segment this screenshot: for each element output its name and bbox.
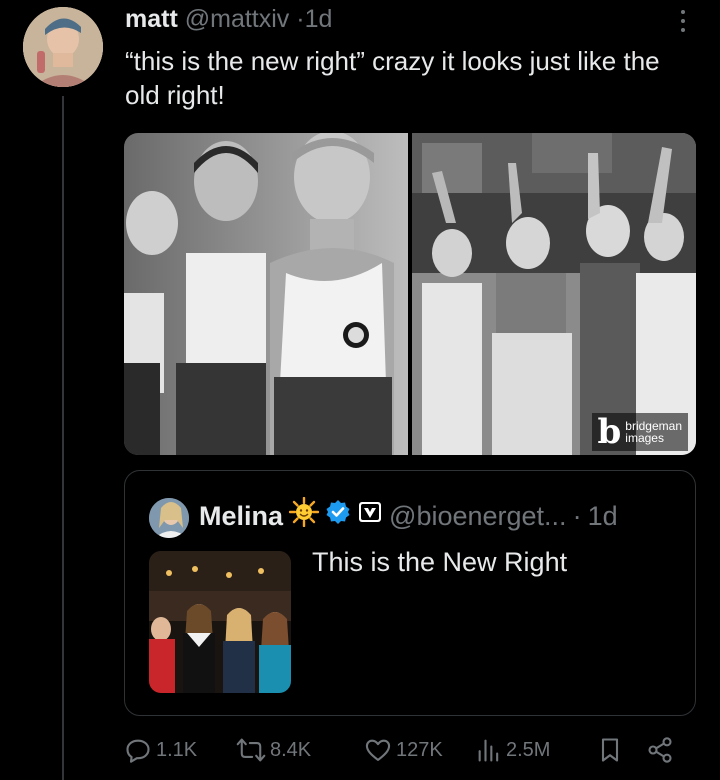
like-icon (364, 736, 392, 764)
quoted-author-handle[interactable]: @bioenerget... (389, 499, 567, 533)
like-button[interactable]: 127K (364, 736, 443, 764)
quoted-post-header: Melina @bioenerget... · 1d (199, 496, 618, 535)
bridgeman-watermark: b bridgeman images (591, 412, 688, 452)
media-image-right[interactable]: b bridgeman images (412, 133, 696, 455)
sun-emoji-icon (288, 496, 320, 535)
post-header: matt @mattxiv ·1d (125, 4, 332, 34)
share-icon (646, 736, 674, 764)
media-image-left[interactable] (124, 133, 408, 455)
affiliate-badge-icon[interactable] (357, 499, 383, 533)
views-button[interactable]: 2.5M (476, 736, 550, 764)
post-text: “this is the new right” crazy it looks j… (125, 46, 660, 110)
reply-button[interactable]: 1.1K (124, 736, 197, 764)
author-handle[interactable]: @mattxiv (185, 5, 290, 33)
author-name[interactable]: matt (125, 5, 178, 33)
reply-count: 1.1K (156, 738, 198, 761)
quoted-author-avatar[interactable] (149, 498, 189, 538)
quoted-post[interactable]: Melina @bioenerget... · 1d This is the N… (124, 470, 696, 716)
reply-icon (124, 736, 152, 764)
quoted-author-name[interactable]: Melina (199, 499, 283, 533)
author-avatar[interactable] (23, 7, 103, 87)
verified-badge-icon[interactable] (325, 499, 351, 533)
like-count: 127K (396, 738, 443, 761)
more-icon[interactable] (680, 10, 686, 36)
quoted-separator: · (572, 501, 582, 531)
quoted-post-time[interactable]: 1d (588, 499, 618, 533)
watermark-line2: images (625, 431, 664, 445)
bookmark-icon (598, 736, 622, 764)
separator: · (296, 5, 305, 33)
share-button[interactable] (646, 736, 674, 764)
views-count: 2.5M (506, 738, 551, 761)
repost-count: 8.4K (270, 738, 312, 761)
views-icon (476, 736, 502, 764)
thread-line (62, 96, 64, 780)
watermark-logo: b (597, 412, 622, 452)
quoted-post-text: This is the New Right (312, 547, 568, 577)
post-media[interactable]: b bridgeman images (124, 133, 696, 455)
repost-button[interactable]: 8.4K (236, 736, 311, 764)
action-bar: 1.1K 8.4K 127K 2.5M (124, 732, 684, 768)
bookmark-button[interactable] (598, 736, 622, 764)
post-time[interactable]: 1d (305, 5, 333, 33)
quoted-media-thumbnail[interactable] (149, 551, 291, 693)
repost-icon (236, 736, 266, 764)
